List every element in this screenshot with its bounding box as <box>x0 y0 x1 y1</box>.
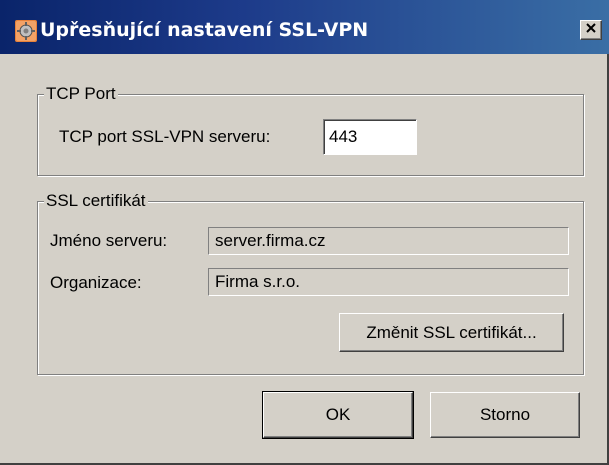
window-title: Upřesňující nastavení SSL-VPN <box>40 19 369 41</box>
tcp-port-group-legend: TCP Port <box>44 84 118 104</box>
title-bar[interactable]: Upřesňující nastavení SSL-VPN <box>0 0 609 54</box>
ssl-certificate-group-legend: SSL certifikát <box>44 191 148 211</box>
server-name-field: server.firma.cz <box>208 227 569 255</box>
app-settings-icon <box>15 20 37 42</box>
close-button[interactable] <box>580 20 602 40</box>
server-name-label: Jméno serveru: <box>50 231 168 250</box>
ok-button[interactable]: OK <box>262 391 414 439</box>
change-ssl-certificate-button[interactable]: Změnit SSL certifikát... <box>339 313 564 352</box>
tcp-port-input[interactable]: 443 <box>323 119 417 155</box>
organization-label: Organizace: <box>50 273 142 292</box>
cancel-button[interactable]: Storno <box>430 392 580 438</box>
close-icon <box>585 21 597 39</box>
organization-field: Firma s.r.o. <box>208 268 569 296</box>
tcp-port-label: TCP port SSL-VPN serveru: <box>59 127 271 146</box>
dialog-window: Upřesňující nastavení SSL-VPN TCP Port T… <box>0 0 609 465</box>
